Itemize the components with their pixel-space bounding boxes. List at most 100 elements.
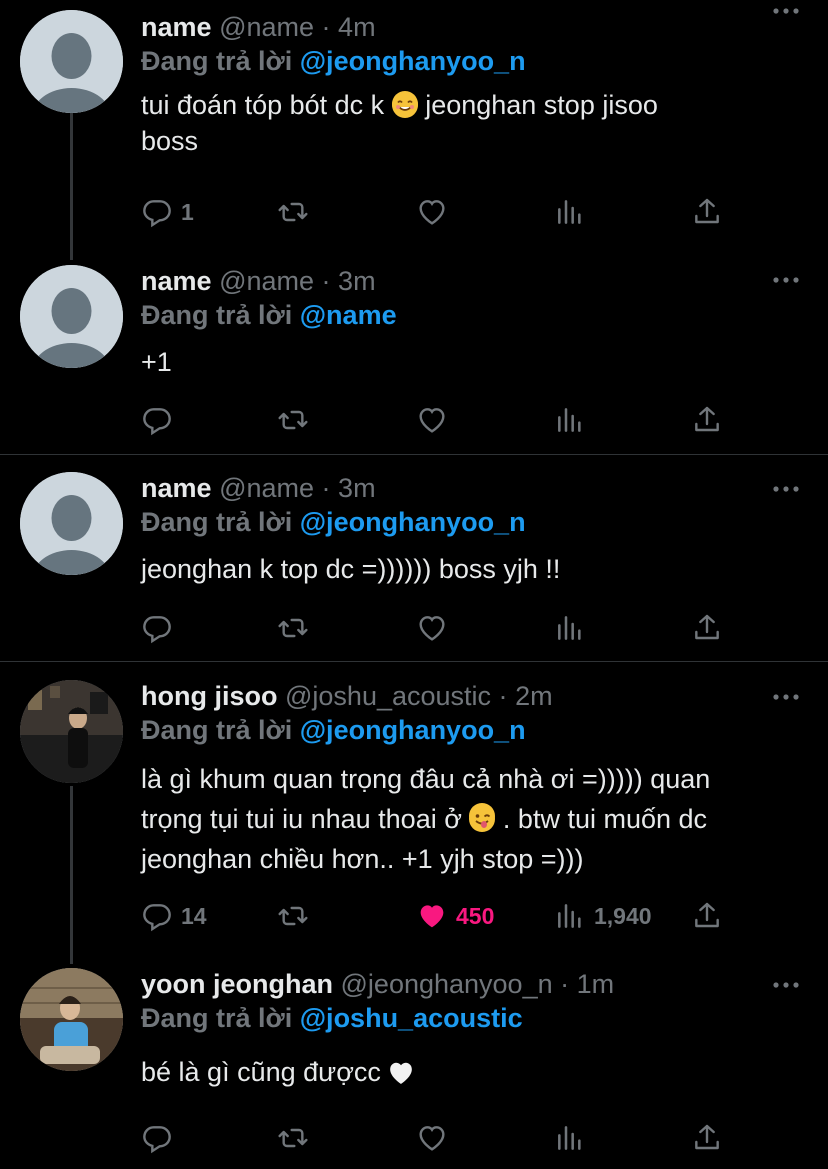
timestamp[interactable]: 1m xyxy=(577,969,615,999)
like-icon xyxy=(416,612,448,644)
user-handle[interactable]: @name xyxy=(219,12,314,42)
reply-to-link[interactable]: @jeonghanyoo_n xyxy=(300,715,526,745)
views-icon xyxy=(554,1122,586,1154)
like-button[interactable] xyxy=(416,400,448,440)
more-icon[interactable] xyxy=(772,692,800,702)
user-avatar[interactable] xyxy=(20,968,123,1071)
user-handle[interactable]: @joshu_acoustic xyxy=(285,681,491,711)
like-button[interactable] xyxy=(416,608,448,648)
tweet-text-segment: bé là gì cũng đượcc xyxy=(141,1057,389,1087)
display-name[interactable]: yoon jeonghan xyxy=(141,969,333,999)
views-button[interactable]: 1,940 xyxy=(554,896,652,936)
separator: · xyxy=(498,681,508,711)
tweet-text-segment: jeonghan chiều hơn.. +1 yjh stop =))) xyxy=(141,844,584,874)
tweet[interactable]: hong jisoo @joshu_acoustic · 2m Đang trả… xyxy=(0,678,828,948)
retweet-button[interactable] xyxy=(277,192,309,232)
default-avatar[interactable] xyxy=(20,265,123,368)
more-icon[interactable] xyxy=(772,980,800,990)
divider xyxy=(0,454,828,455)
more-icon[interactable] xyxy=(772,484,800,494)
reply-prefix: Đang trả lời xyxy=(141,300,293,330)
user-handle[interactable]: @jeonghanyoo_n xyxy=(341,969,553,999)
timestamp[interactable]: 2m xyxy=(515,681,553,711)
share-button[interactable] xyxy=(691,896,723,936)
tweet-text-segment: trọng tụi tui iu nhau thoai ở xyxy=(141,804,470,834)
default-avatar[interactable] xyxy=(20,472,123,575)
reply-button[interactable] xyxy=(141,400,173,440)
retweet-icon xyxy=(277,612,309,644)
retweet-button[interactable] xyxy=(277,1118,309,1158)
divider xyxy=(0,661,828,662)
retweet-icon xyxy=(277,196,309,228)
reply-prefix: Đang trả lời xyxy=(141,46,293,76)
default-avatar[interactable] xyxy=(20,10,123,113)
views-icon xyxy=(554,196,586,228)
retweet-icon xyxy=(277,1122,309,1154)
tweet[interactable]: yoon jeonghan @jeonghanyoo_n · 1m Đang t… xyxy=(0,966,828,1166)
tweet-text: bé là gì cũng đượcc xyxy=(141,1054,804,1094)
user-handle[interactable]: @name xyxy=(219,473,314,503)
reply-to-link[interactable]: @jeonghanyoo_n xyxy=(300,46,526,76)
reply-prefix: Đang trả lời xyxy=(141,715,293,745)
separator: · xyxy=(560,969,570,999)
views-icon xyxy=(554,404,586,436)
timestamp[interactable]: 3m xyxy=(338,473,376,503)
like-button[interactable] xyxy=(416,1118,448,1158)
white-heart-icon xyxy=(388,1058,414,1094)
share-button[interactable] xyxy=(691,608,723,648)
reply-prefix: Đang trả lời xyxy=(141,1003,293,1033)
separator: · xyxy=(321,266,331,296)
retweet-icon xyxy=(277,404,309,436)
tweet[interactable]: name @name · 4m Đang trả lời @jeonghanyo… xyxy=(0,0,828,250)
tweet[interactable]: name @name · 3m Đang trả lời @jeonghanyo… xyxy=(0,470,828,660)
reply-to-link[interactable]: @name xyxy=(300,300,397,330)
reply-button[interactable]: 1 xyxy=(141,192,194,232)
reply-to-link[interactable]: @joshu_acoustic xyxy=(300,1003,523,1033)
like-filled-icon xyxy=(416,900,448,932)
user-handle[interactable]: @name xyxy=(219,266,314,296)
reply-button[interactable] xyxy=(141,1118,173,1158)
user-avatar[interactable] xyxy=(20,680,123,783)
display-name[interactable]: name xyxy=(141,473,212,503)
share-icon xyxy=(691,1122,723,1154)
reply-button[interactable] xyxy=(141,608,173,648)
like-icon xyxy=(416,1122,448,1154)
retweet-button[interactable] xyxy=(277,400,309,440)
tweet-text: +1 xyxy=(141,347,172,377)
share-button[interactable] xyxy=(691,400,723,440)
views-button[interactable] xyxy=(554,192,586,232)
tweet-text: là gì khum quan trọng đâu cả nhà ơi =)))… xyxy=(141,759,804,879)
views-icon xyxy=(554,900,586,932)
views-button[interactable] xyxy=(554,1118,586,1158)
like-icon xyxy=(416,196,448,228)
timestamp[interactable]: 4m xyxy=(338,12,376,42)
reply-prefix: Đang trả lời xyxy=(141,507,293,537)
reply-icon xyxy=(141,404,173,436)
views-count: 1,940 xyxy=(594,902,652,929)
tweet[interactable]: name @name · 3m Đang trả lời @name +1 xyxy=(0,263,828,453)
share-button[interactable] xyxy=(691,192,723,232)
views-icon xyxy=(554,612,586,644)
reply-button[interactable]: 14 xyxy=(141,896,207,936)
display-name[interactable]: name xyxy=(141,12,212,42)
share-icon xyxy=(691,900,723,932)
reply-to-link[interactable]: @jeonghanyoo_n xyxy=(300,507,526,537)
share-button[interactable] xyxy=(691,1118,723,1158)
views-button[interactable] xyxy=(554,608,586,648)
retweet-icon xyxy=(277,900,309,932)
reply-icon xyxy=(141,900,173,932)
timestamp[interactable]: 3m xyxy=(338,266,376,296)
reply-count: 14 xyxy=(181,902,207,929)
more-icon[interactable] xyxy=(772,6,800,16)
views-button[interactable] xyxy=(554,400,586,440)
display-name[interactable]: hong jisoo xyxy=(141,681,277,711)
like-button[interactable] xyxy=(416,192,448,232)
winking-tongue-emoji-icon xyxy=(469,803,496,832)
more-icon[interactable] xyxy=(772,275,800,285)
tweet-text: tui đoán tóp bót dc k jeonghan stop jiso… xyxy=(141,87,804,159)
retweet-button[interactable] xyxy=(277,608,309,648)
retweet-button[interactable] xyxy=(277,896,309,936)
separator: · xyxy=(321,473,331,503)
like-button[interactable]: 450 xyxy=(416,896,494,936)
display-name[interactable]: name xyxy=(141,266,212,296)
